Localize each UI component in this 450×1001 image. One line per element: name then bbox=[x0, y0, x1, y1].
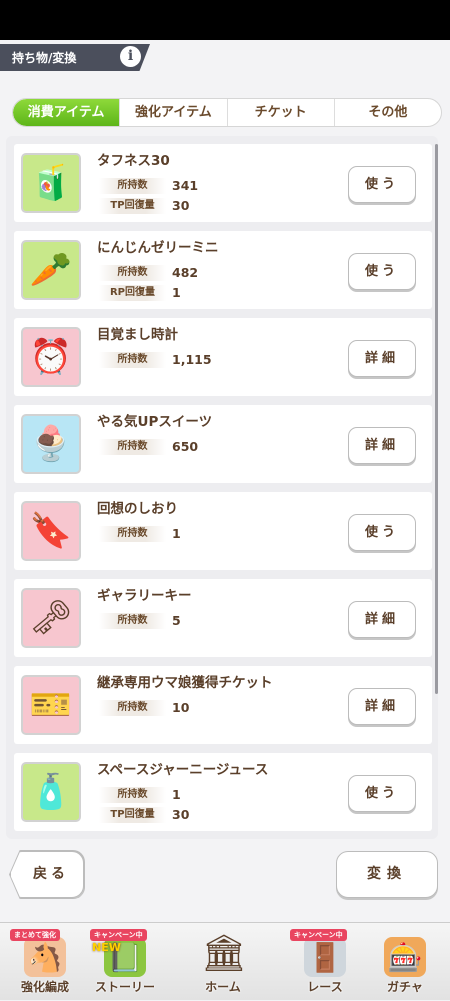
item-name: 回想のしおり bbox=[97, 501, 178, 517]
item-name: 継承専用ウマ娘獲得チケット bbox=[97, 675, 273, 691]
list-item: 🗝 ギャラリーキー 所持数 5 詳細 bbox=[14, 579, 432, 657]
list-item: 🧃 タフネス30 所持数 341 TP回復量 30 使う bbox=[14, 144, 432, 222]
item-name: にんじんゼリーミニ bbox=[97, 240, 219, 256]
stat-label: 所持数 bbox=[99, 700, 166, 716]
info-icon[interactable]: i bbox=[120, 46, 141, 67]
character-icon: 🐴 bbox=[24, 937, 66, 977]
stat-value: 10 bbox=[172, 700, 190, 715]
stat-label: TP回復量 bbox=[99, 807, 166, 823]
item-name: 目覚まし時計 bbox=[97, 327, 178, 343]
stat-value: 30 bbox=[172, 807, 190, 822]
bottom-nav: 🐴 まとめて強化 強化編成 📗 キャンペーン中 NEW ストーリー 🏛 ホーム … bbox=[0, 922, 450, 1000]
gacha-icon: 🎰 bbox=[384, 937, 426, 977]
nav-item-enhance[interactable]: 🐴 まとめて強化 強化編成 bbox=[2, 923, 88, 1001]
back-button[interactable]: 戻る bbox=[10, 851, 84, 898]
stat-value: 1 bbox=[172, 526, 181, 541]
list-item: 🥕 にんじんゼリーミニ 所持数 482 RP回復量 1 使う bbox=[14, 231, 432, 309]
stat-label: 所持数 bbox=[99, 526, 166, 542]
nav-item-gacha[interactable]: 🎰 ガチャ bbox=[362, 923, 448, 1001]
nav-label: レース bbox=[307, 980, 343, 994]
list-item: 🔖 回想のしおり 所持数 1 使う bbox=[14, 492, 432, 570]
stat-value: 650 bbox=[172, 439, 199, 454]
use-button[interactable]: 使う bbox=[348, 253, 416, 290]
nav-label: ガチャ bbox=[387, 980, 423, 994]
item-name: やる気UPスイーツ bbox=[97, 414, 213, 430]
detail-button[interactable]: 詳細 bbox=[348, 427, 416, 464]
list-item: 🧴 スペースジャーニージュース 所持数 1 TP回復量 30 使う bbox=[14, 753, 432, 831]
convert-button[interactable]: 変換 bbox=[336, 851, 438, 898]
ticket-icon: 🎫 bbox=[21, 675, 81, 735]
stat-label: RP回復量 bbox=[99, 285, 166, 301]
tab-consumables[interactable]: 消費アイテム bbox=[13, 99, 120, 126]
use-button[interactable]: 使う bbox=[348, 166, 416, 203]
stat-label: 所持数 bbox=[99, 265, 166, 281]
stat-value: 341 bbox=[172, 178, 199, 193]
carrot-jelly-icon: 🥕 bbox=[21, 240, 81, 300]
stat-value: 482 bbox=[172, 265, 199, 280]
nav-item-home[interactable]: 🏛 ホーム bbox=[180, 923, 266, 1001]
detail-button[interactable]: 詳細 bbox=[348, 340, 416, 377]
stat-label: 所持数 bbox=[99, 787, 166, 803]
parfait-icon: 🍨 bbox=[21, 414, 81, 474]
nav-badge: キャンペーン中 bbox=[290, 929, 347, 941]
stat-value: 5 bbox=[172, 613, 181, 628]
use-button[interactable]: 使う bbox=[348, 514, 416, 551]
item-name: ギャラリーキー bbox=[97, 588, 192, 604]
detail-button[interactable]: 詳細 bbox=[348, 601, 416, 638]
nav-badge: まとめて強化 bbox=[10, 929, 60, 941]
stat-label: 所持数 bbox=[99, 439, 166, 455]
juice-bottle-icon: 🧴 bbox=[21, 762, 81, 822]
stat-value: 1 bbox=[172, 285, 181, 300]
stat-label: TP回復量 bbox=[99, 198, 166, 214]
nav-item-story[interactable]: 📗 キャンペーン中 NEW ストーリー bbox=[82, 923, 168, 1001]
stat-value: 30 bbox=[172, 198, 190, 213]
category-tabs: 消費アイテム 強化アイテム チケット その他 bbox=[12, 98, 442, 127]
alarm-clock-icon: ⏰ bbox=[21, 327, 81, 387]
tp-drink-icon: 🧃 bbox=[21, 153, 81, 213]
nav-label: 強化編成 bbox=[20, 980, 69, 994]
nav-item-race[interactable]: 🚪 キャンペーン中 レース bbox=[282, 923, 368, 1001]
stat-label: 所持数 bbox=[99, 613, 166, 629]
bookmark-icon: 🔖 bbox=[21, 501, 81, 561]
home-building-icon: 🏛 bbox=[201, 933, 247, 974]
tab-enhance-items[interactable]: 強化アイテム bbox=[119, 99, 226, 126]
list-item: 🎫 継承専用ウマ娘獲得チケット 所持数 10 詳細 bbox=[14, 666, 432, 744]
item-name: タフネス30 bbox=[97, 153, 170, 169]
tab-tickets[interactable]: チケット bbox=[226, 99, 334, 126]
list-item: ⏰ 目覚まし時計 所持数 1,115 詳細 bbox=[14, 318, 432, 396]
page-title: 持ち物/変換 bbox=[12, 51, 77, 65]
item-name: スペースジャーニージュース bbox=[97, 762, 269, 778]
nav-label: ストーリー bbox=[94, 980, 155, 994]
stat-label: 所持数 bbox=[99, 352, 166, 368]
list-scrollbar[interactable] bbox=[435, 144, 438, 694]
key-icon: 🗝 bbox=[21, 588, 81, 648]
new-badge: NEW bbox=[92, 941, 121, 954]
status-bar bbox=[0, 0, 450, 40]
stat-value: 1,115 bbox=[172, 352, 212, 367]
list-item: 🍨 やる気UPスイーツ 所持数 650 詳細 bbox=[14, 405, 432, 483]
tab-other[interactable]: その他 bbox=[333, 99, 441, 126]
use-button[interactable]: 使う bbox=[348, 775, 416, 812]
stat-label: 所持数 bbox=[99, 178, 166, 194]
detail-button[interactable]: 詳細 bbox=[348, 688, 416, 725]
nav-label: ホーム bbox=[205, 980, 241, 994]
nav-badge: キャンペーン中 bbox=[90, 929, 147, 941]
race-gate-icon: 🚪 bbox=[304, 937, 346, 977]
stat-value: 1 bbox=[172, 787, 181, 802]
